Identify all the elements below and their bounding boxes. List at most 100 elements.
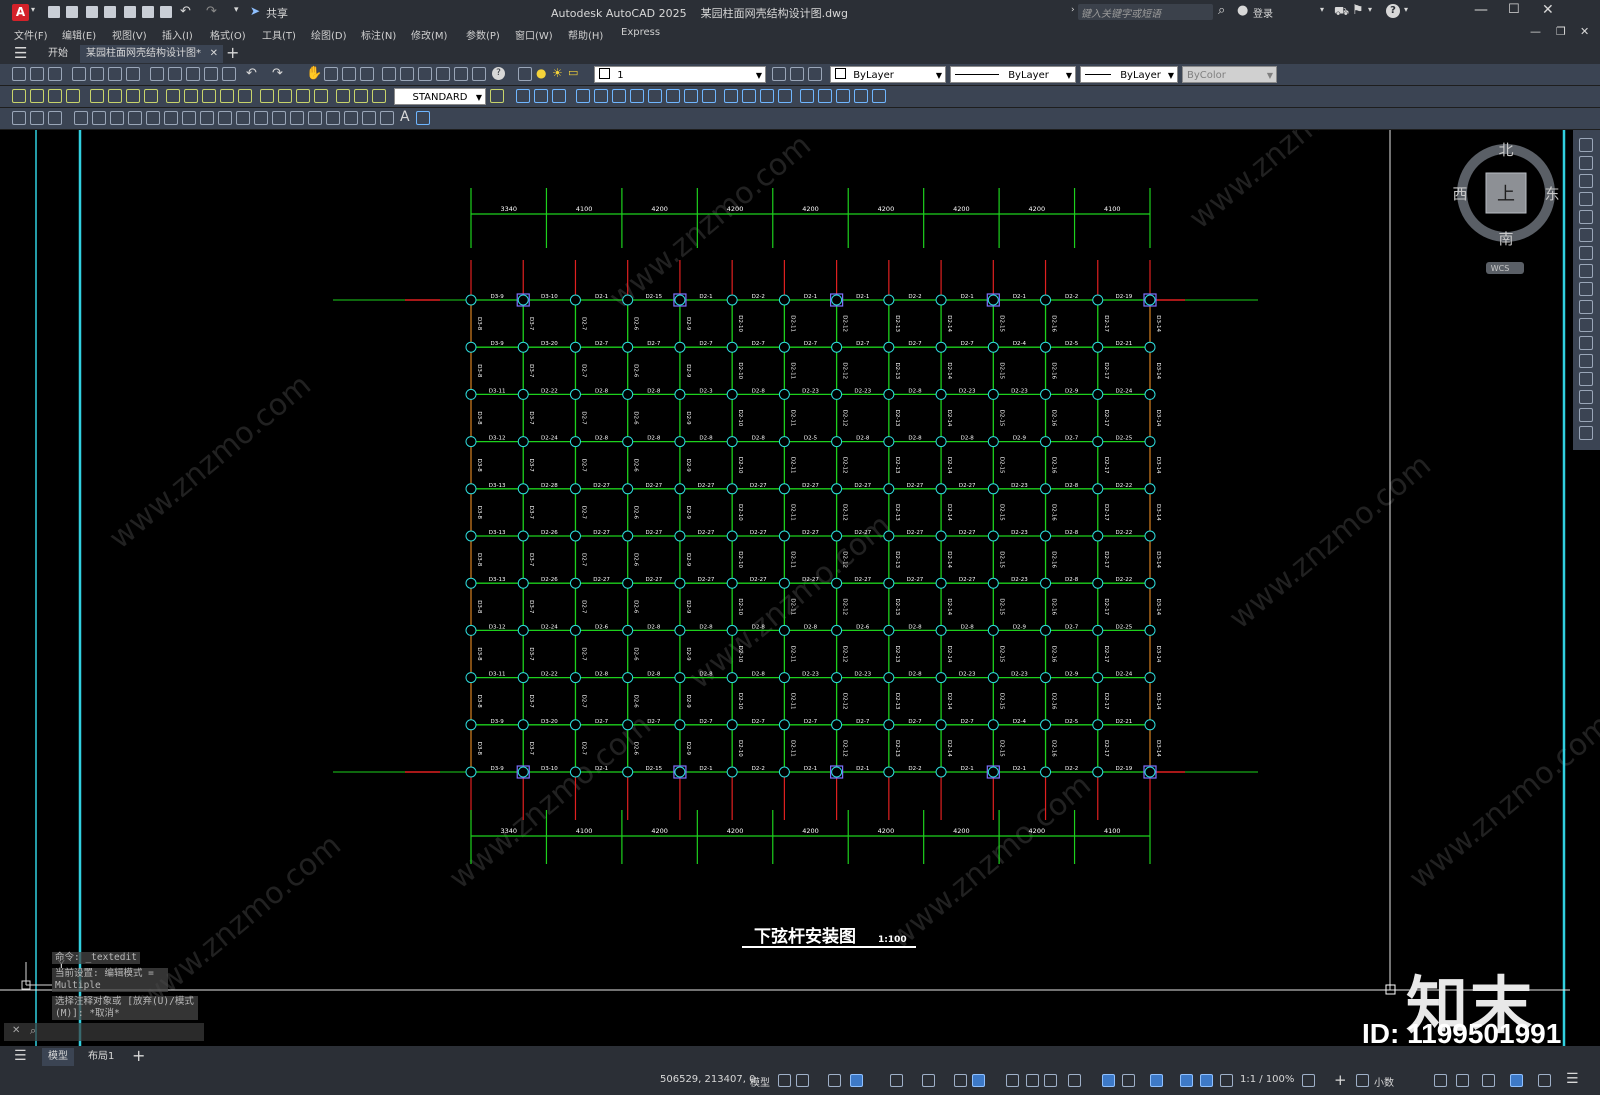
- maximize-icon[interactable]: ☐: [1508, 2, 1520, 17]
- menu-window[interactable]: 窗口(W): [515, 27, 553, 42]
- solid-tool-2-icon[interactable]: [594, 89, 608, 103]
- redo-icon[interactable]: ↷: [272, 66, 283, 81]
- tolerance-icon[interactable]: [260, 89, 274, 103]
- layer-lock-icon[interactable]: ▭: [568, 66, 578, 79]
- infer-constraints-icon[interactable]: [828, 1074, 841, 1087]
- doc-close-icon[interactable]: ✕: [1580, 25, 1589, 38]
- coordinates-readout[interactable]: 506529, 213407, 0: [660, 1074, 755, 1085]
- 3d-tool-3-icon[interactable]: [552, 89, 566, 103]
- ellipse-arc-icon[interactable]: [254, 111, 268, 125]
- quick-dimension-icon[interactable]: [166, 89, 180, 103]
- copy-icon[interactable]: [168, 67, 182, 81]
- units-readout[interactable]: 小数: [1374, 1074, 1394, 1089]
- revision-cloud-icon[interactable]: [200, 111, 214, 125]
- menu-express[interactable]: Express: [621, 27, 660, 38]
- lineweight-dropdown[interactable]: ByLayer ▼: [1080, 66, 1178, 83]
- save-icon[interactable]: [86, 6, 98, 18]
- solid-tool-6-icon[interactable]: [666, 89, 680, 103]
- make-block-icon[interactable]: [290, 111, 304, 125]
- command-input[interactable]: ✕ ⌕: [4, 1023, 204, 1041]
- layer-walk-icon[interactable]: [48, 111, 62, 125]
- plus-icon[interactable]: +: [1334, 1071, 1347, 1089]
- cart-icon[interactable]: ⛟: [1334, 4, 1349, 20]
- object-snap-tracking-icon[interactable]: [954, 1074, 967, 1087]
- save-as-icon[interactable]: [104, 6, 116, 18]
- aligned-dimension-icon[interactable]: [30, 89, 44, 103]
- 3d-osnap-icon[interactable]: [1068, 1074, 1081, 1087]
- publish-icon[interactable]: [124, 6, 136, 18]
- dimension-style-icon[interactable]: [490, 89, 504, 103]
- compass-south[interactable]: 南: [1498, 230, 1513, 248]
- gradient-icon[interactable]: [344, 111, 358, 125]
- insert-block-icon[interactable]: [272, 111, 286, 125]
- selection-cycling-icon[interactable]: [1044, 1074, 1057, 1087]
- compass-east[interactable]: 东: [1544, 185, 1559, 203]
- zoom-realtime-icon[interactable]: [324, 67, 338, 81]
- plotstyle-dropdown[interactable]: ByColor ▼: [1182, 66, 1277, 83]
- menu-edit[interactable]: 编辑(E): [62, 27, 96, 42]
- minimize-icon[interactable]: —: [1474, 2, 1488, 18]
- print-icon[interactable]: [160, 6, 172, 18]
- fillet-icon[interactable]: [1579, 408, 1593, 422]
- customization-icon[interactable]: ☰: [1566, 1071, 1579, 1087]
- lineweight-icon[interactable]: [1006, 1074, 1019, 1087]
- jogged-linear-icon[interactable]: [314, 89, 328, 103]
- ortho-icon[interactable]: [850, 1074, 863, 1087]
- viewcube[interactable]: 上 北 南 东 西 WCS: [1440, 140, 1560, 280]
- annotation-scale-readout[interactable]: 1:1 / 100%: [1240, 1074, 1294, 1085]
- trim-icon[interactable]: [1579, 300, 1593, 314]
- polyline-icon[interactable]: [110, 111, 124, 125]
- search-expand-icon[interactable]: ›: [1071, 5, 1075, 15]
- zoom-window-icon[interactable]: [342, 67, 356, 81]
- doc-minimize-icon[interactable]: —: [1530, 25, 1541, 38]
- polar-tracking-icon[interactable]: [890, 1074, 903, 1087]
- match-properties-icon[interactable]: [204, 67, 218, 81]
- help-chevron-icon[interactable]: ▾: [1404, 5, 1408, 14]
- dimension-text-edit-icon[interactable]: [354, 89, 368, 103]
- view-tool-3-icon[interactable]: [836, 89, 850, 103]
- continue-dimension-icon[interactable]: [202, 89, 216, 103]
- point-icon[interactable]: [308, 111, 322, 125]
- solid-tool-1-icon[interactable]: [576, 89, 590, 103]
- isometric-icon[interactable]: [922, 1074, 935, 1087]
- menu-view[interactable]: 视图(V): [112, 27, 147, 42]
- layer-states-icon[interactable]: [808, 67, 822, 81]
- layer-on-icon[interactable]: ●: [536, 66, 546, 80]
- new-icon[interactable]: [12, 67, 26, 81]
- mirror-icon[interactable]: [1579, 174, 1593, 188]
- isolate-objects-icon[interactable]: [1482, 1074, 1495, 1087]
- rectangle-icon[interactable]: [146, 111, 160, 125]
- grid-icon[interactable]: [778, 1074, 791, 1087]
- workspace-icon[interactable]: [12, 111, 26, 125]
- open-file-icon[interactable]: [66, 6, 78, 18]
- layer-previous-icon[interactable]: [790, 67, 804, 81]
- redo-icon[interactable]: ↷: [206, 4, 217, 19]
- line-icon[interactable]: [74, 111, 88, 125]
- share-icon[interactable]: ➤: [250, 4, 260, 18]
- command-search-icon[interactable]: ⌕: [30, 1024, 36, 1038]
- move-icon[interactable]: [1579, 228, 1593, 242]
- menu-parametric[interactable]: 参数(P): [466, 27, 500, 42]
- break-at-point-icon[interactable]: [1579, 336, 1593, 350]
- zoom-previous-icon[interactable]: [360, 67, 374, 81]
- gizmo-icon[interactable]: [1150, 1074, 1163, 1087]
- dimension-update-icon[interactable]: [372, 89, 386, 103]
- clean-screen-icon[interactable]: [1538, 1074, 1551, 1087]
- tab-model[interactable]: 模型: [42, 1048, 74, 1066]
- menu-modify[interactable]: 修改(M): [411, 27, 447, 42]
- spline-icon[interactable]: [218, 111, 232, 125]
- transparency-icon[interactable]: [1026, 1074, 1039, 1087]
- offset-icon[interactable]: [1579, 192, 1593, 206]
- model-space-button[interactable]: 模型: [750, 1074, 770, 1089]
- solid-tool-7-icon[interactable]: [684, 89, 698, 103]
- diameter-dimension-icon[interactable]: [126, 89, 140, 103]
- undo-icon[interactable]: ↶: [180, 4, 191, 19]
- angular-dimension-icon[interactable]: [144, 89, 158, 103]
- tab-active-drawing[interactable]: 某园柱面网壳结构设计图* ✕: [80, 45, 223, 63]
- tab-start[interactable]: 开始: [42, 45, 74, 63]
- a360-chevron-icon[interactable]: ▾: [1368, 5, 1372, 14]
- erase-icon[interactable]: [1579, 138, 1593, 152]
- new-file-icon[interactable]: [48, 6, 60, 18]
- autodesk-a360-icon[interactable]: ⚑: [1352, 3, 1364, 18]
- construction-line-icon[interactable]: [92, 111, 106, 125]
